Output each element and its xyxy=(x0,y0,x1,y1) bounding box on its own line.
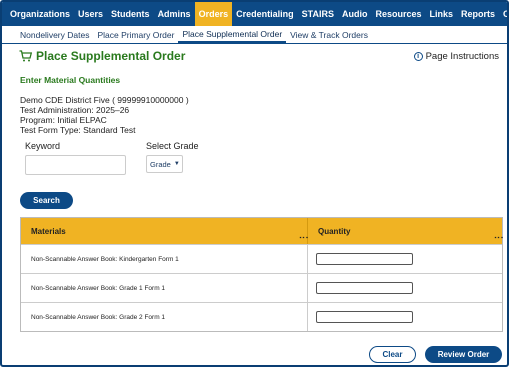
detail-test-administration: Test Administration: 2025–26 xyxy=(20,105,130,115)
top-nav: Organizations Users Students Admins Orde… xyxy=(2,2,507,26)
sub-nav: Nondelivery Dates Place Primary Order Pl… xyxy=(2,26,507,44)
quantity-input[interactable] xyxy=(316,282,413,294)
column-header-materials-label: Materials xyxy=(31,226,66,236)
nav-stairs[interactable]: STAIRS xyxy=(298,2,338,26)
quantity-input[interactable] xyxy=(316,311,413,323)
nav-organizations[interactable]: Organizations xyxy=(6,2,74,26)
quantity-cell xyxy=(308,274,502,302)
column-header-materials[interactable]: Materials ⋮ xyxy=(21,218,309,244)
nav-credentialing[interactable]: Credentialing xyxy=(232,2,298,26)
subnav-place-primary-order[interactable]: Place Primary Order xyxy=(93,26,178,43)
nav-links[interactable]: Links xyxy=(425,2,457,26)
material-cell: Non-Scannable Answer Book: Grade 2 Form … xyxy=(21,303,308,331)
column-header-quantity-label: Quantity xyxy=(318,226,351,236)
nav-reports[interactable]: Reports xyxy=(457,2,499,26)
column-menu-icon[interactable]: ⋮ xyxy=(494,233,504,242)
app-frame: Organizations Users Students Admins Orde… xyxy=(0,0,509,367)
nav-cars[interactable]: CARS xyxy=(499,2,507,26)
page-title-text: Place Supplemental Order xyxy=(36,49,186,63)
detail-program: Program: Initial ELPAC xyxy=(20,115,107,125)
nav-admins[interactable]: Admins xyxy=(154,2,195,26)
nav-orders[interactable]: Orders xyxy=(194,2,233,26)
table-row: Non-Scannable Answer Book: Grade 2 Form … xyxy=(21,302,502,331)
section-heading: Enter Material Quantities xyxy=(20,75,121,85)
detail-district: Demo CDE District Five ( 99999910000000 … xyxy=(20,95,189,105)
subnav-place-supplemental-order[interactable]: Place Supplemental Order xyxy=(178,26,287,43)
table-row: Non-Scannable Answer Book: Kindergarten … xyxy=(21,244,502,273)
keyword-input[interactable] xyxy=(25,155,126,175)
page-instructions-label: Page Instructions xyxy=(425,51,499,62)
materials-table: Materials ⋮ Quantity ⋮ Non-Scannable Ans… xyxy=(20,217,504,332)
nav-users[interactable]: Users xyxy=(74,2,107,26)
subnav-nondelivery-dates[interactable]: Nondelivery Dates xyxy=(16,26,93,43)
info-icon: i xyxy=(413,52,423,61)
keyword-label: Keyword xyxy=(25,141,61,151)
subnav-view-track-orders[interactable]: View & Track Orders xyxy=(286,26,372,43)
page-instructions-link[interactable]: i Page Instructions xyxy=(413,51,499,62)
table-row: Non-Scannable Answer Book: Grade 1 Form … xyxy=(21,273,502,302)
grade-select[interactable]: Grade ▼ xyxy=(146,155,183,173)
chevron-down-icon: ▼ xyxy=(173,161,180,167)
order-details: Demo CDE District Five ( 99999910000000 … xyxy=(20,95,189,135)
material-cell: Non-Scannable Answer Book: Kindergarten … xyxy=(21,245,308,273)
review-order-button[interactable]: Review Order xyxy=(425,346,502,363)
quantity-cell xyxy=(308,303,502,331)
search-button[interactable]: Search xyxy=(20,192,73,209)
table-header: Materials ⋮ Quantity ⋮ xyxy=(21,218,504,244)
nav-students[interactable]: Students xyxy=(107,2,154,26)
quantity-input[interactable] xyxy=(316,253,413,265)
column-header-quantity[interactable]: Quantity ⋮ xyxy=(308,218,504,244)
grade-label: Select Grade xyxy=(146,141,199,151)
column-menu-icon[interactable]: ⋮ xyxy=(299,233,309,242)
quantity-cell xyxy=(308,245,502,273)
material-cell: Non-Scannable Answer Book: Grade 1 Form … xyxy=(21,274,308,302)
detail-test-form-type: Test Form Type: Standard Test xyxy=(20,125,136,135)
nav-resources[interactable]: Resources xyxy=(371,2,425,26)
page-title: Place Supplemental Order xyxy=(19,49,185,63)
cart-icon xyxy=(19,50,32,62)
nav-audio[interactable]: Audio xyxy=(338,2,372,26)
grade-select-value: Grade xyxy=(150,159,171,169)
clear-button[interactable]: Clear xyxy=(369,346,416,363)
